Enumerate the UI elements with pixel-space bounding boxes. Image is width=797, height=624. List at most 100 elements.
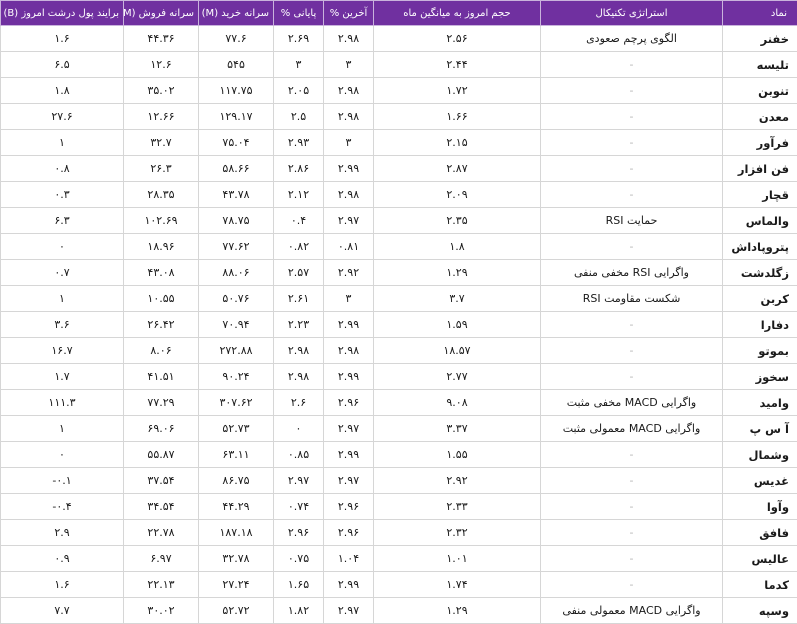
final-pct-cell: ۰.۴ xyxy=(274,208,324,234)
buy-per-capita-cell: ۱۸۷.۱۸ xyxy=(199,520,274,546)
last-pct-cell: ۲.۹۷ xyxy=(324,208,374,234)
volume-ratio-cell: ۲.۳۵ xyxy=(374,208,541,234)
final-pct-cell: ۰.۸۲ xyxy=(274,234,324,260)
volume-ratio-cell: ۱.۷۴ xyxy=(374,572,541,598)
final-pct-cell: ۰ xyxy=(274,416,324,442)
strategy-cell: - xyxy=(541,182,723,208)
strategy-cell: - xyxy=(541,520,723,546)
volume-ratio-cell: ۱.۲۹ xyxy=(374,260,541,286)
money-flow-cell: ۱۱۱.۳ xyxy=(1,390,124,416)
sell-per-capita-cell: ۱۲.۶۶ xyxy=(124,104,199,130)
strategy-cell: واگرایی MACD معمولی منفی xyxy=(541,598,723,624)
strategy-cell: واگرایی RSI مخفی منفی xyxy=(541,260,723,286)
table-row: غدیس-۲.۹۲۲.۹۷۲.۹۷۸۶.۷۵۳۷.۵۴۰.۱- xyxy=(1,468,797,494)
table-row: کربنشکست مقاومت RSI۳.۷۳۲.۶۱۵۰.۷۶۱۰.۵۵۱ xyxy=(1,286,797,312)
symbol-cell: کربن xyxy=(723,286,797,312)
volume-ratio-cell: ۲.۸۷ xyxy=(374,156,541,182)
last-pct-cell: ۲.۹۸ xyxy=(324,338,374,364)
symbol-cell: معدن xyxy=(723,104,797,130)
symbol-cell: وسپه xyxy=(723,598,797,624)
symbol-cell: خفنر xyxy=(723,26,797,52)
final-pct-cell: ۲.۹۳ xyxy=(274,130,324,156)
last-pct-cell: ۲.۹۷ xyxy=(324,598,374,624)
strategy-cell: - xyxy=(541,156,723,182)
stock-screener-table: نماد استراتژی تکنیکال حجم امروز به میانگ… xyxy=(0,0,797,624)
header-money-flow: برایند پول درشت امروز (B) xyxy=(1,1,124,26)
buy-per-capita-cell: ۱۱۷.۷۵ xyxy=(199,78,274,104)
sell-per-capita-cell: ۸.۰۶ xyxy=(124,338,199,364)
final-pct-cell: ۱.۸۲ xyxy=(274,598,324,624)
buy-per-capita-cell: ۷۸.۷۵ xyxy=(199,208,274,234)
last-pct-cell: ۲.۹۹ xyxy=(324,364,374,390)
last-pct-cell: ۲.۹۸ xyxy=(324,26,374,52)
volume-ratio-cell: ۲.۳۲ xyxy=(374,520,541,546)
buy-per-capita-cell: ۸۶.۷۵ xyxy=(199,468,274,494)
final-pct-cell: ۰.۷۴ xyxy=(274,494,324,520)
last-pct-cell: ۲.۹۶ xyxy=(324,390,374,416)
buy-per-capita-cell: ۶۳.۱۱ xyxy=(199,442,274,468)
money-flow-cell: ۱۶.۷ xyxy=(1,338,124,364)
sell-per-capita-cell: ۲۸.۳۵ xyxy=(124,182,199,208)
table-row: خفنرالگوی پرچم صعودی۲.۵۶۲.۹۸۲.۶۹۷۷.۶۴۴.۳… xyxy=(1,26,797,52)
buy-per-capita-cell: ۲۷.۲۴ xyxy=(199,572,274,598)
money-flow-cell: ۱ xyxy=(1,130,124,156)
table-row: سخوز-۲.۷۷۲.۹۹۲.۹۸۹۰.۲۴۴۱.۵۱۱.۷ xyxy=(1,364,797,390)
sell-per-capita-cell: ۴۱.۵۱ xyxy=(124,364,199,390)
buy-per-capita-cell: ۳۰۷.۶۲ xyxy=(199,390,274,416)
buy-per-capita-cell: ۹۰.۲۴ xyxy=(199,364,274,390)
buy-per-capita-cell: ۷۰.۹۴ xyxy=(199,312,274,338)
money-flow-cell: ۰.۳ xyxy=(1,182,124,208)
volume-ratio-cell: ۱.۸ xyxy=(374,234,541,260)
table-row: فافق-۲.۳۲۲.۹۶۲.۹۶۱۸۷.۱۸۲۲.۷۸۲.۹ xyxy=(1,520,797,546)
money-flow-cell: ۱.۶ xyxy=(1,572,124,598)
final-pct-cell: ۲.۶ xyxy=(274,390,324,416)
symbol-cell: آ س پ xyxy=(723,416,797,442)
volume-ratio-cell: ۱.۷۲ xyxy=(374,78,541,104)
volume-ratio-cell: ۳.۷ xyxy=(374,286,541,312)
header-final-pct: پایانی % xyxy=(274,1,324,26)
sell-per-capita-cell: ۷۷.۲۹ xyxy=(124,390,199,416)
buy-per-capita-cell: ۵۰.۷۶ xyxy=(199,286,274,312)
table-row: والماسحمایت RSI۲.۳۵۲.۹۷۰.۴۷۸.۷۵۱۰۲.۶۹۶.۳ xyxy=(1,208,797,234)
volume-ratio-cell: ۲.۷۷ xyxy=(374,364,541,390)
last-pct-cell: ۲.۹۲ xyxy=(324,260,374,286)
final-pct-cell: ۰.۷۵ xyxy=(274,546,324,572)
symbol-cell: وآوا xyxy=(723,494,797,520)
buy-per-capita-cell: ۵۸.۶۶ xyxy=(199,156,274,182)
table-row: زگلدشتواگرایی RSI مخفی منفی۱.۲۹۲.۹۲۲.۵۷۸… xyxy=(1,260,797,286)
buy-per-capita-cell: ۷۵.۰۴ xyxy=(199,130,274,156)
last-pct-cell: ۲.۹۹ xyxy=(324,572,374,598)
header-last-pct: آخرین % xyxy=(324,1,374,26)
strategy-cell: - xyxy=(541,546,723,572)
final-pct-cell: ۲.۹۸ xyxy=(274,338,324,364)
final-pct-cell: ۲.۵ xyxy=(274,104,324,130)
strategy-cell: - xyxy=(541,364,723,390)
buy-per-capita-cell: ۷۷.۶۲ xyxy=(199,234,274,260)
strategy-cell: - xyxy=(541,312,723,338)
symbol-cell: تنوبن xyxy=(723,78,797,104)
sell-per-capita-cell: ۳۵.۰۲ xyxy=(124,78,199,104)
sell-per-capita-cell: ۲۶.۴۲ xyxy=(124,312,199,338)
last-pct-cell: ۲.۹۹ xyxy=(324,156,374,182)
symbol-cell: سخوز xyxy=(723,364,797,390)
strategy-cell: - xyxy=(541,234,723,260)
strategy-cell: شکست مقاومت RSI xyxy=(541,286,723,312)
strategy-cell: - xyxy=(541,78,723,104)
strategy-cell: حمایت RSI xyxy=(541,208,723,234)
final-pct-cell: ۲.۶۱ xyxy=(274,286,324,312)
table-row: معدن-۱.۶۶۲.۹۸۲.۵۱۲۹.۱۷۱۲.۶۶۲۷.۶ xyxy=(1,104,797,130)
sell-per-capita-cell: ۳۲.۷ xyxy=(124,130,199,156)
symbol-cell: وامید xyxy=(723,390,797,416)
table-row: عالیس-۱.۰۱۱.۰۴۰.۷۵۳۲.۷۸۶.۹۷۰.۹ xyxy=(1,546,797,572)
strategy-cell: - xyxy=(541,52,723,78)
money-flow-cell: ۱.۷ xyxy=(1,364,124,390)
symbol-cell: بموتو xyxy=(723,338,797,364)
money-flow-cell: ۱.۸ xyxy=(1,78,124,104)
buy-per-capita-cell: ۴۳.۷۸ xyxy=(199,182,274,208)
buy-per-capita-cell: ۵۲.۷۳ xyxy=(199,416,274,442)
table-row: بموتو-۱۸.۵۷۲.۹۸۲.۹۸۲۷۲.۸۸۸.۰۶۱۶.۷ xyxy=(1,338,797,364)
buy-per-capita-cell: ۴۴.۲۹ xyxy=(199,494,274,520)
strategy-cell: - xyxy=(541,442,723,468)
table-row: آ س پواگرایی MACD معمولی مثبت۳.۳۷۲.۹۷۰۵۲… xyxy=(1,416,797,442)
volume-ratio-cell: ۱.۵۹ xyxy=(374,312,541,338)
